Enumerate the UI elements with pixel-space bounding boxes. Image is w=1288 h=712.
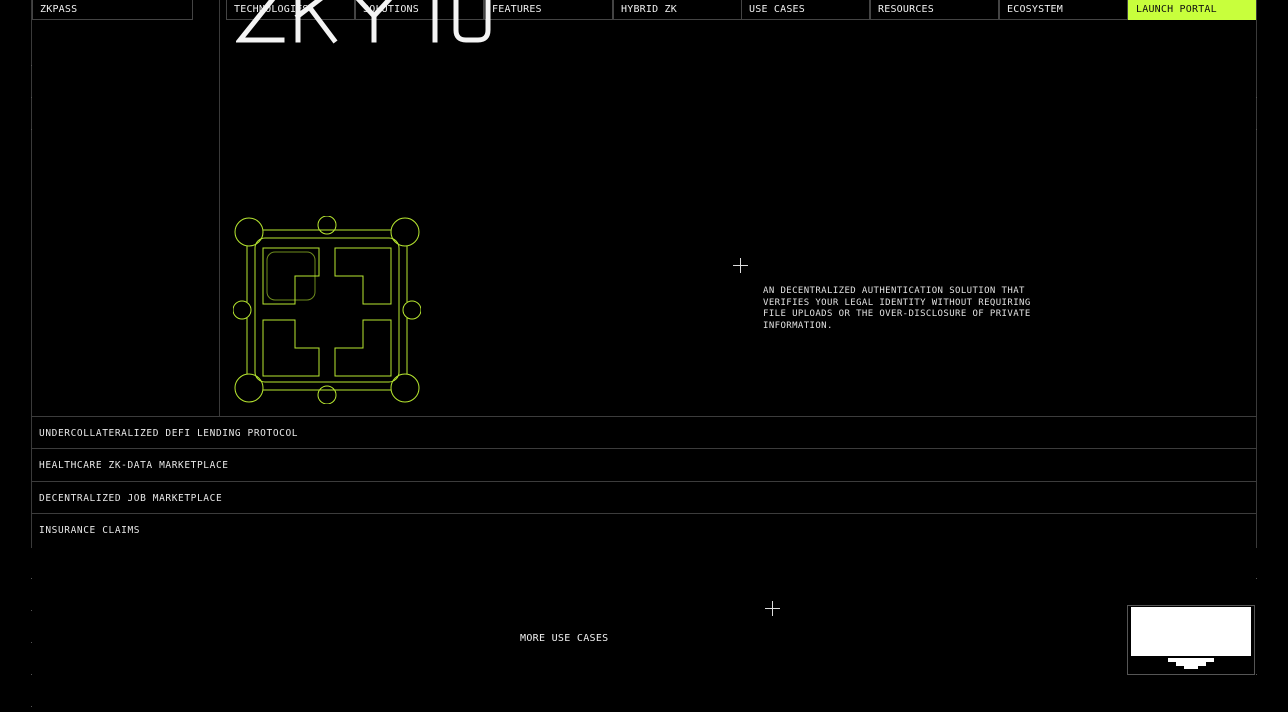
launch-portal-button[interactable]: LAUNCH PORTAL	[1128, 0, 1256, 20]
nav-item-features[interactable]: FEATURES	[484, 0, 613, 20]
use-case-row[interactable]: INSURANCE CLAIMS	[31, 513, 1257, 545]
use-case-row[interactable]: DECENTRALIZED JOB MARKETPLACE	[31, 481, 1257, 513]
use-case-row[interactable]: UNDERCOLLATERALIZED DEFI LENDING PROTOCO…	[31, 416, 1257, 448]
plus-icon	[733, 258, 748, 273]
nav-item-ecosystem[interactable]: ECOSYSTEM	[999, 0, 1128, 20]
plus-icon	[765, 601, 780, 616]
nav-item-use-cases[interactable]: USE CASES	[741, 0, 870, 20]
hero-description: AN DECENTRALIZED AUTHENTICATION SOLUTION…	[763, 286, 1031, 331]
use-case-row[interactable]: HEALTHCARE ZK-DATA MARKETPLACE	[31, 448, 1257, 480]
monitor-icon	[1131, 607, 1251, 669]
more-use-cases-link[interactable]: MORE USE CASES	[520, 633, 609, 644]
zk-emblem-icon	[233, 216, 421, 404]
nav-item-hybrid-zk[interactable]: HYBRID ZK	[613, 0, 742, 20]
hero-title	[236, 0, 496, 44]
sidebar-divider-line	[219, 0, 220, 416]
nav-item-resources[interactable]: RESOURCES	[870, 0, 999, 20]
monitor-widget[interactable]	[1127, 605, 1255, 675]
zkpass-logo-link[interactable]: ZKPASS	[32, 0, 193, 20]
